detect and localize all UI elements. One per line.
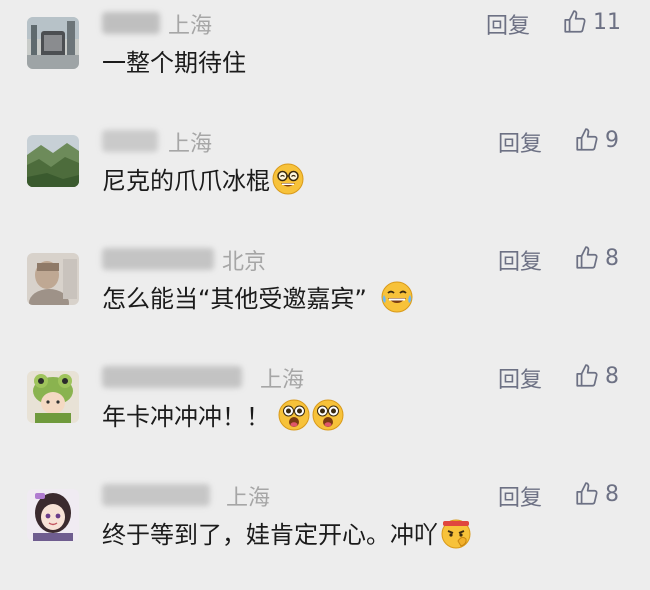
comment-body: 怎么能当“其他受邀嘉宾” (102, 285, 367, 313)
location-label: 上海 (168, 132, 213, 157)
comment-body: 终于等到了，娃肯定开心。冲吖 (102, 521, 438, 549)
like-count: 8 (605, 245, 619, 271)
excited-face-emoji (278, 399, 310, 431)
comment-item: 上海 回复 9 尼克的爪爪冰棍 (0, 118, 650, 236)
comment-text: 终于等到了，娃肯定开心。冲吖 (102, 515, 472, 550)
excited-face-emoji (312, 399, 344, 431)
reply-button[interactable]: 回复 (486, 8, 530, 40)
comment-body: 年卡冲冲冲！！ (102, 403, 270, 431)
location-label: 上海 (168, 14, 213, 39)
like-button[interactable]: 11 (562, 7, 621, 37)
comment-item: 上海 回复 8 年卡冲冲冲！！ (0, 354, 650, 472)
comment-text: 尼克的爪爪冰棍 (102, 161, 304, 196)
username-blurred (102, 130, 158, 152)
thumbs-up-icon (574, 127, 600, 153)
reply-button[interactable]: 回复 (498, 126, 542, 158)
like-button[interactable]: 8 (574, 479, 619, 509)
reply-button[interactable]: 回复 (498, 244, 542, 276)
like-button[interactable]: 8 (574, 243, 619, 273)
username-blurred (102, 484, 210, 506)
comment-body: 一整个期待住 (102, 49, 246, 77)
anime-girl-avatar[interactable] (27, 489, 79, 541)
city-photo-avatar[interactable] (27, 17, 79, 69)
comment-item: 上海 回复 11 一整个期待住 (0, 0, 650, 118)
like-button[interactable]: 9 (574, 125, 619, 155)
comment-item: 上海 回复 8 终于等到了，娃肯定开心。冲吖 (0, 472, 650, 590)
comment-text: 怎么能当“其他受邀嘉宾” (102, 279, 413, 314)
strong-face-emoji (440, 517, 472, 549)
username-blurred (102, 248, 214, 270)
portrait-photo-avatar[interactable] (27, 253, 79, 305)
grinning-glasses-emoji (272, 163, 304, 195)
comment-text: 一整个期待住 (102, 43, 246, 78)
thumbs-up-icon (574, 363, 600, 389)
comment-text: 年卡冲冲冲！！ (102, 397, 344, 432)
username-blurred (102, 366, 242, 388)
like-count: 11 (593, 9, 621, 35)
comment-body: 尼克的爪爪冰棍 (102, 167, 270, 195)
like-button[interactable]: 8 (574, 361, 619, 391)
like-count: 9 (605, 127, 619, 153)
thumbs-up-icon (574, 245, 600, 271)
like-count: 8 (605, 481, 619, 507)
comment-item: 北京 回复 8 怎么能当“其他受邀嘉宾” (0, 236, 650, 354)
frog-hat-girl-avatar[interactable] (27, 371, 79, 423)
username-blurred (102, 12, 160, 34)
like-count: 8 (605, 363, 619, 389)
location-label: 上海 (260, 368, 305, 393)
location-label: 上海 (226, 486, 271, 511)
reply-button[interactable]: 回复 (498, 480, 542, 512)
laughing-tears-emoji (381, 281, 413, 313)
thumbs-up-icon (574, 481, 600, 507)
location-label: 北京 (222, 250, 267, 275)
thumbs-up-icon (562, 9, 588, 35)
mountain-photo-avatar[interactable] (27, 135, 79, 187)
reply-button[interactable]: 回复 (498, 362, 542, 394)
